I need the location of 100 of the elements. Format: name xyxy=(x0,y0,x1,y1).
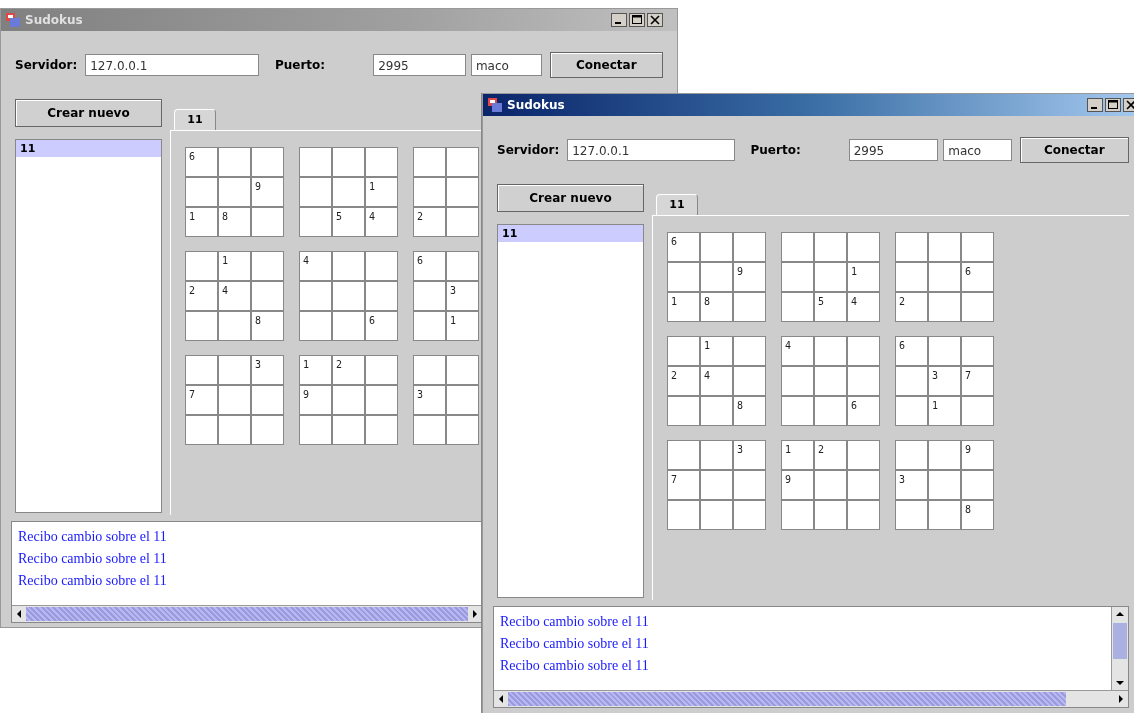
sudoku-cell[interactable] xyxy=(734,233,765,261)
sudoku-cell[interactable]: 8 xyxy=(252,312,283,340)
sudoku-cell[interactable] xyxy=(447,416,478,444)
sudoku-cell[interactable] xyxy=(219,178,250,206)
sudoku-cell[interactable] xyxy=(896,501,927,529)
sudoku-cell[interactable]: 8 xyxy=(962,501,993,529)
sudoku-cell[interactable] xyxy=(447,252,478,280)
port-field[interactable]: 2995 xyxy=(848,139,939,161)
sudoku-cell[interactable]: 1 xyxy=(929,397,960,425)
sudoku-cell[interactable]: 9 xyxy=(962,441,993,469)
user-field[interactable]: maco xyxy=(470,54,542,76)
sudoku-cell[interactable] xyxy=(815,397,846,425)
sudoku-cell[interactable]: 2 xyxy=(414,208,445,236)
sudoku-cell[interactable] xyxy=(929,293,960,321)
vertical-scrollbar[interactable] xyxy=(1111,607,1128,690)
sudoku-cell[interactable] xyxy=(447,356,478,384)
sudoku-cell[interactable] xyxy=(848,471,879,499)
sudoku-cell[interactable] xyxy=(701,441,732,469)
sudoku-cell[interactable]: 4 xyxy=(782,337,813,365)
sudoku-cell[interactable] xyxy=(782,233,813,261)
create-button[interactable]: Crear nuevo xyxy=(15,99,162,127)
sudoku-cell[interactable] xyxy=(782,293,813,321)
sudoku-cell[interactable]: 6 xyxy=(414,252,445,280)
sudoku-cell[interactable] xyxy=(252,386,283,414)
sudoku-cell[interactable] xyxy=(929,233,960,261)
sudoku-cell[interactable] xyxy=(414,148,445,176)
sudoku-cell[interactable]: 1 xyxy=(219,252,250,280)
sudoku-cell[interactable]: 4 xyxy=(219,282,250,310)
game-tab[interactable]: 11 xyxy=(656,194,698,215)
sudoku-cell[interactable] xyxy=(929,441,960,469)
sudoku-cell[interactable]: 2 xyxy=(186,282,217,310)
sudoku-cell[interactable] xyxy=(414,178,445,206)
sudoku-cell[interactable]: 7 xyxy=(962,367,993,395)
sudoku-cell[interactable] xyxy=(219,148,250,176)
sudoku-cell[interactable] xyxy=(186,356,217,384)
sudoku-cell[interactable]: 3 xyxy=(896,471,927,499)
sudoku-cell[interactable] xyxy=(300,282,331,310)
maximize-icon[interactable] xyxy=(1105,98,1121,112)
sudoku-cell[interactable] xyxy=(333,148,364,176)
sudoku-cell[interactable]: 3 xyxy=(929,367,960,395)
sudoku-cell[interactable]: 8 xyxy=(701,293,732,321)
sudoku-cell[interactable] xyxy=(782,501,813,529)
sudoku-cell[interactable] xyxy=(333,416,364,444)
sudoku-cell[interactable] xyxy=(186,178,217,206)
sudoku-cell[interactable] xyxy=(896,367,927,395)
sudoku-cell[interactable] xyxy=(252,282,283,310)
sudoku-cell[interactable] xyxy=(962,471,993,499)
sudoku-cell[interactable] xyxy=(848,367,879,395)
sudoku-cell[interactable] xyxy=(219,356,250,384)
sudoku-cell[interactable] xyxy=(300,148,331,176)
sudoku-cell[interactable] xyxy=(447,386,478,414)
sudoku-cell[interactable]: 5 xyxy=(333,208,364,236)
sudoku-cell[interactable] xyxy=(782,367,813,395)
sudoku-cell[interactable] xyxy=(701,501,732,529)
sudoku-cell[interactable] xyxy=(186,416,217,444)
sudoku-cell[interactable] xyxy=(668,263,699,291)
sudoku-cell[interactable] xyxy=(333,386,364,414)
horizontal-scrollbar[interactable] xyxy=(12,605,482,622)
sudoku-cell[interactable] xyxy=(300,416,331,444)
sudoku-cell[interactable] xyxy=(848,441,879,469)
sudoku-cell[interactable] xyxy=(896,263,927,291)
minimize-icon[interactable] xyxy=(1087,98,1103,112)
sudoku-cell[interactable]: 1 xyxy=(300,356,331,384)
sudoku-cell[interactable] xyxy=(300,178,331,206)
game-list-item[interactable]: 11 xyxy=(498,225,643,242)
sudoku-cell[interactable]: 4 xyxy=(300,252,331,280)
sudoku-cell[interactable] xyxy=(929,263,960,291)
sudoku-cell[interactable] xyxy=(896,233,927,261)
sudoku-cell[interactable]: 1 xyxy=(848,263,879,291)
sudoku-cell[interactable] xyxy=(252,148,283,176)
sudoku-cell[interactable] xyxy=(896,397,927,425)
sudoku-cell[interactable] xyxy=(252,208,283,236)
sudoku-cell[interactable]: 8 xyxy=(734,397,765,425)
sudoku-cell[interactable] xyxy=(366,416,397,444)
sudoku-cell[interactable]: 3 xyxy=(252,356,283,384)
sudoku-cell[interactable] xyxy=(333,312,364,340)
sudoku-cell[interactable] xyxy=(366,252,397,280)
sudoku-cell[interactable] xyxy=(815,263,846,291)
sudoku-cell[interactable] xyxy=(701,471,732,499)
sudoku-cell[interactable]: 1 xyxy=(782,441,813,469)
sudoku-cell[interactable] xyxy=(701,263,732,291)
sudoku-cell[interactable] xyxy=(782,397,813,425)
sudoku-cell[interactable] xyxy=(219,312,250,340)
server-field[interactable]: 127.0.0.1 xyxy=(85,54,259,76)
sudoku-cell[interactable] xyxy=(668,501,699,529)
create-button[interactable]: Crear nuevo xyxy=(497,184,644,212)
sudoku-cell[interactable] xyxy=(815,233,846,261)
sudoku-cell[interactable] xyxy=(962,337,993,365)
sudoku-cell[interactable]: 9 xyxy=(782,471,813,499)
user-field[interactable]: maco xyxy=(943,139,1012,161)
sudoku-cell[interactable]: 3 xyxy=(734,441,765,469)
sudoku-cell[interactable] xyxy=(734,501,765,529)
sudoku-cell[interactable] xyxy=(414,416,445,444)
sudoku-cell[interactable] xyxy=(414,312,445,340)
sudoku-cell[interactable]: 1 xyxy=(186,208,217,236)
sudoku-cell[interactable] xyxy=(186,252,217,280)
sudoku-cell[interactable] xyxy=(929,471,960,499)
sudoku-cell[interactable] xyxy=(782,263,813,291)
sudoku-cell[interactable] xyxy=(219,386,250,414)
sudoku-cell[interactable] xyxy=(962,233,993,261)
